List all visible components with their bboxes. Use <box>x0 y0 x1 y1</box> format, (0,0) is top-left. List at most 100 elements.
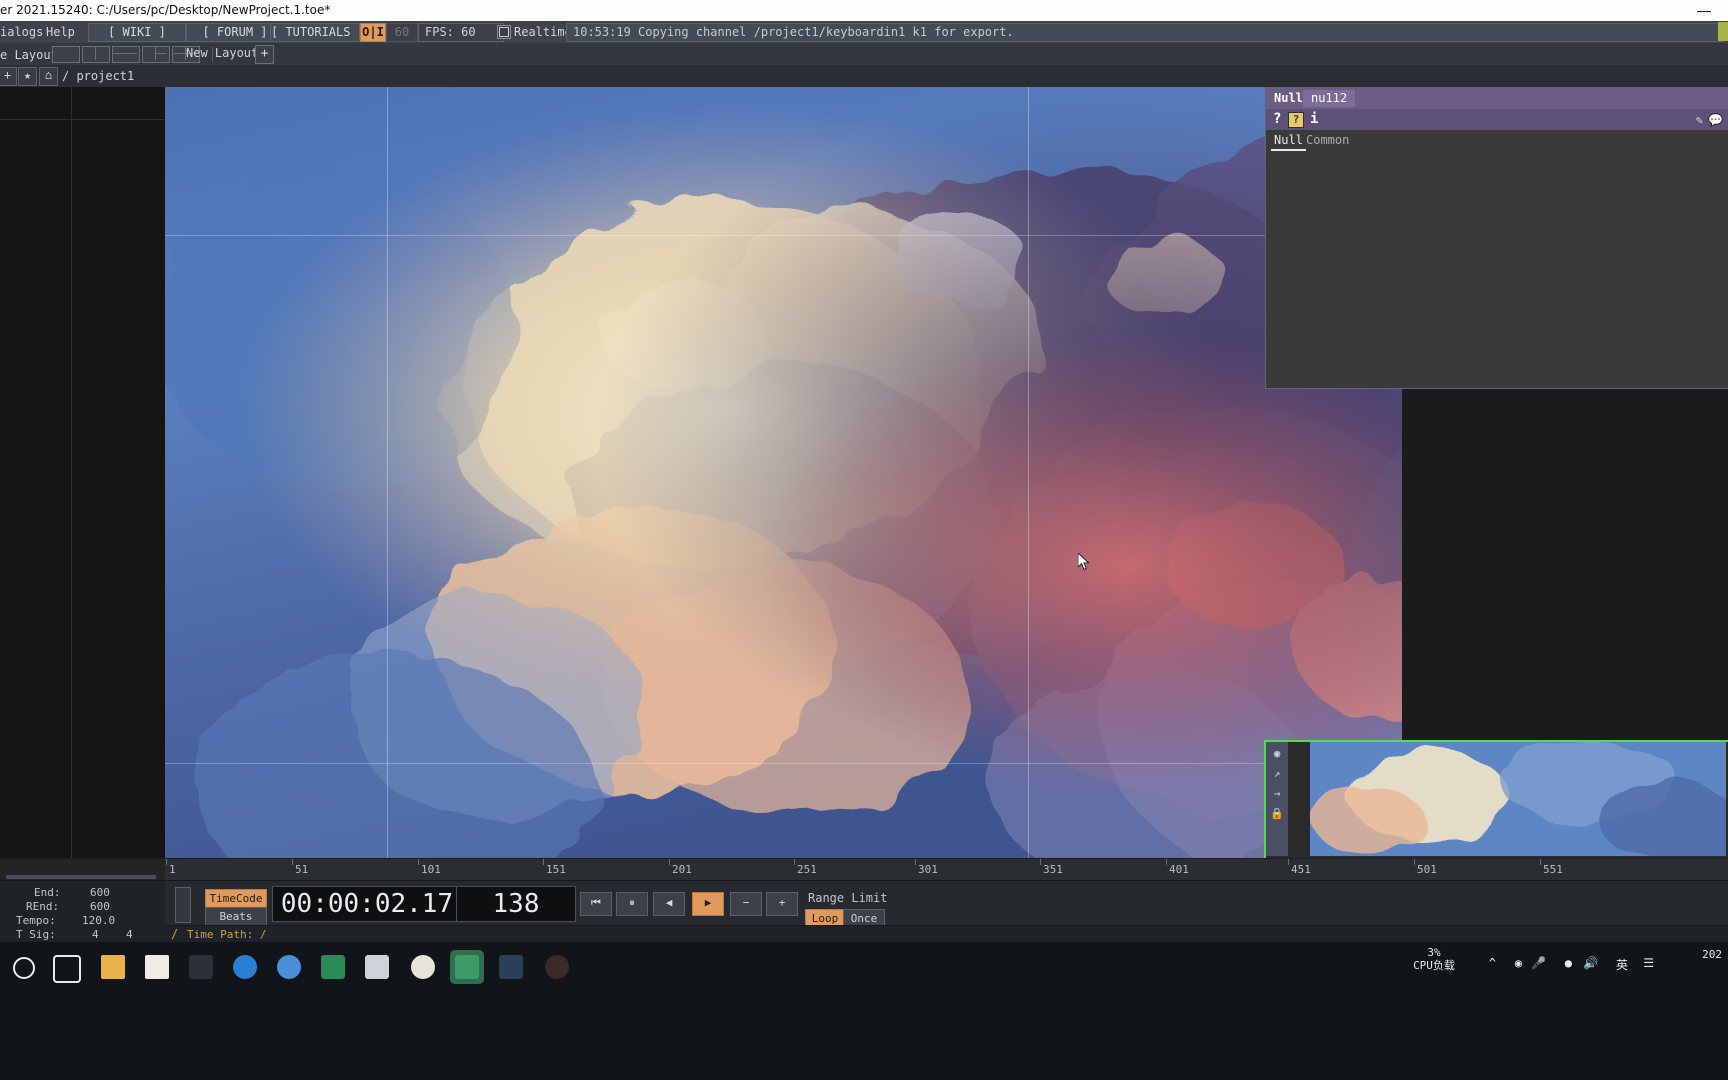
touchdesigner-icon[interactable] <box>450 950 484 984</box>
end-value[interactable]: 600 <box>90 886 110 899</box>
ruler-tick: 351 <box>1043 863 1063 876</box>
menu-item-help[interactable]: Help <box>46 24 75 40</box>
star-icon[interactable]: ★ <box>18 67 37 86</box>
chevron-up-icon[interactable]: ^ <box>1489 956 1496 970</box>
add-pane-button[interactable]: + <box>0 67 17 86</box>
microphone-icon[interactable]: 🎤 <box>1531 956 1546 970</box>
media-player-icon[interactable] <box>540 950 574 984</box>
chrome-alt-icon[interactable] <box>406 950 440 984</box>
menu-bar: ialogs Help [ WIKI ] [ FORUM ] [ TUTORIA… <box>0 21 1728 44</box>
fps-display[interactable]: FPS: 60 <box>418 23 504 42</box>
tab-common[interactable]: Common <box>1306 133 1349 147</box>
home-icon[interactable]: ⌂ <box>39 67 58 86</box>
status-indicator[interactable] <box>1718 22 1728 41</box>
add-layout-button[interactable]: + <box>255 45 274 64</box>
increment-button[interactable]: + <box>766 892 798 916</box>
help-icon[interactable]: ? <box>1273 111 1281 127</box>
wiki-button[interactable]: [ WIKI ] <box>88 23 186 42</box>
autodesk-icon[interactable] <box>316 950 350 984</box>
ruler-tick: 201 <box>672 863 692 876</box>
time-path-label[interactable]: Time Path: / <box>187 928 266 941</box>
play-button[interactable]: ▶ <box>692 892 724 916</box>
realtime-checkbox[interactable] <box>497 25 511 39</box>
graph-icon[interactable]: ↗ <box>1269 766 1285 782</box>
ruler-tick: 501 <box>1417 863 1437 876</box>
grid-line-horizontal <box>165 763 1402 764</box>
step-back-button[interactable]: ◀ <box>653 892 685 916</box>
layout-preset-4[interactable] <box>142 46 170 63</box>
cloud-image <box>165 87 1402 858</box>
clock[interactable]: 202 <box>1666 948 1722 962</box>
tempo-value[interactable]: 120.0 <box>82 914 115 927</box>
paper-app-icon[interactable] <box>140 950 174 984</box>
info-icon[interactable]: i <box>1310 111 1318 127</box>
layout-preset-2[interactable] <box>82 46 110 63</box>
ruler-tick: 251 <box>797 863 817 876</box>
arrow-icon[interactable]: → <box>1269 786 1285 802</box>
parameter-list <box>1266 152 1728 388</box>
tsig-value-2[interactable]: 4 <box>126 928 133 941</box>
parameter-tabs: Null Common <box>1266 130 1728 153</box>
start-button[interactable] <box>6 950 40 984</box>
path-bar: + ★ ⌂ / project1 <box>0 65 1728 88</box>
time-path-slash: / <box>171 927 179 941</box>
tempo-label: Tempo: <box>16 914 56 927</box>
ruler-tick: 151 <box>546 863 566 876</box>
ruler-tick: 51 <box>295 863 309 876</box>
system-tray: 3% CPU负载 ^ ◉ 🎤 ● 🔊 英 ☰ 202 <box>1308 942 1728 992</box>
new-layout-label[interactable]: New Layout <box>186 46 258 61</box>
timecode-field[interactable]: 00:00:02.17 <box>272 886 462 922</box>
breadcrumb[interactable]: / project1 <box>62 69 134 83</box>
beats-mode-button[interactable]: Beats <box>205 907 267 926</box>
pause-button[interactable]: ⏸ <box>616 892 648 916</box>
network-icon[interactable]: ☰ <box>1643 956 1654 970</box>
parameter-dialog-title[interactable]: Null nu112 <box>1266 88 1728 109</box>
chrome-browser-icon[interactable] <box>272 950 306 984</box>
pencil-icon[interactable]: ✎ <box>1696 113 1703 127</box>
grid-line-horizontal <box>165 235 1402 236</box>
timeline-handle[interactable] <box>175 887 191 923</box>
go-to-start-button[interactable]: ⏮ <box>580 892 612 916</box>
task-view-button[interactable] <box>48 950 82 984</box>
mouse-cursor <box>1078 553 1090 571</box>
operator-name-field[interactable]: nu112 <box>1303 90 1356 107</box>
taskbar-app-area <box>0 942 1200 992</box>
layout-preset-1[interactable] <box>52 46 80 63</box>
cpu-usage[interactable]: 3% CPU负载 <box>1402 946 1466 972</box>
pause-resume-toggle[interactable]: O|I <box>360 23 386 42</box>
tab-null[interactable]: Null <box>1271 133 1306 151</box>
timecode-mode-button[interactable]: TimeCode <box>205 889 267 908</box>
tsig-label: T Sig: <box>16 928 56 941</box>
window-title-bar: er 2021.15240: C:/Users/pc/Desktop/NewPr… <box>0 0 1728 21</box>
edge-browser-icon[interactable] <box>228 950 262 984</box>
render-preview[interactable] <box>165 87 1402 858</box>
mini-preview-toolbar: ◉ ↗ → 🔒 <box>1266 742 1288 856</box>
viewer-icon[interactable]: ◉ <box>1269 746 1285 762</box>
frame-ruler[interactable]: 1 51 101 151 201 251 301 351 401 451 501… <box>0 858 1728 881</box>
tsig-value-1[interactable]: 4 <box>92 928 99 941</box>
colorful-icon[interactable]: ● <box>1565 956 1572 970</box>
circle-icon[interactable]: ◉ <box>1515 956 1522 970</box>
speaker-icon[interactable]: 🔊 <box>1583 956 1598 970</box>
menu-item-dialogs[interactable]: ialogs <box>0 24 43 40</box>
op-help-icon[interactable]: ? <box>1288 112 1304 128</box>
terminal-icon[interactable] <box>184 950 218 984</box>
printer-icon[interactable] <box>360 950 394 984</box>
rend-value[interactable]: 600 <box>90 900 110 913</box>
frame-field[interactable]: 138 <box>456 886 576 922</box>
decrement-button[interactable]: − <box>730 892 762 916</box>
file-explorer-icon[interactable] <box>96 950 130 984</box>
minimize-button[interactable] <box>1682 0 1728 21</box>
tutorials-button[interactable]: [ TUTORIALS ] <box>270 23 365 42</box>
layout-preset-3[interactable] <box>112 46 140 63</box>
windows-taskbar: 3% CPU负载 ^ ◉ 🎤 ● 🔊 英 ☰ 202 <box>0 942 1728 1080</box>
frame-rate-field[interactable]: 60 <box>386 23 418 42</box>
comment-icon[interactable]: 💬 <box>1708 113 1723 127</box>
touchdesigner-active-icon[interactable] <box>494 950 528 984</box>
range-scrollbar[interactable] <box>6 875 156 879</box>
lock-icon[interactable]: 🔒 <box>1269 806 1285 822</box>
touchdesigner-window: er 2021.15240: C:/Users/pc/Desktop/NewPr… <box>0 0 1728 1080</box>
parameter-dialog: Null nu112 ? ? i ✎ 💬 Null Common <box>1265 87 1728 389</box>
mini-preview-pane[interactable]: ◉ ↗ → 🔒 <box>1264 740 1728 862</box>
ime-label[interactable]: 英 <box>1616 956 1628 973</box>
